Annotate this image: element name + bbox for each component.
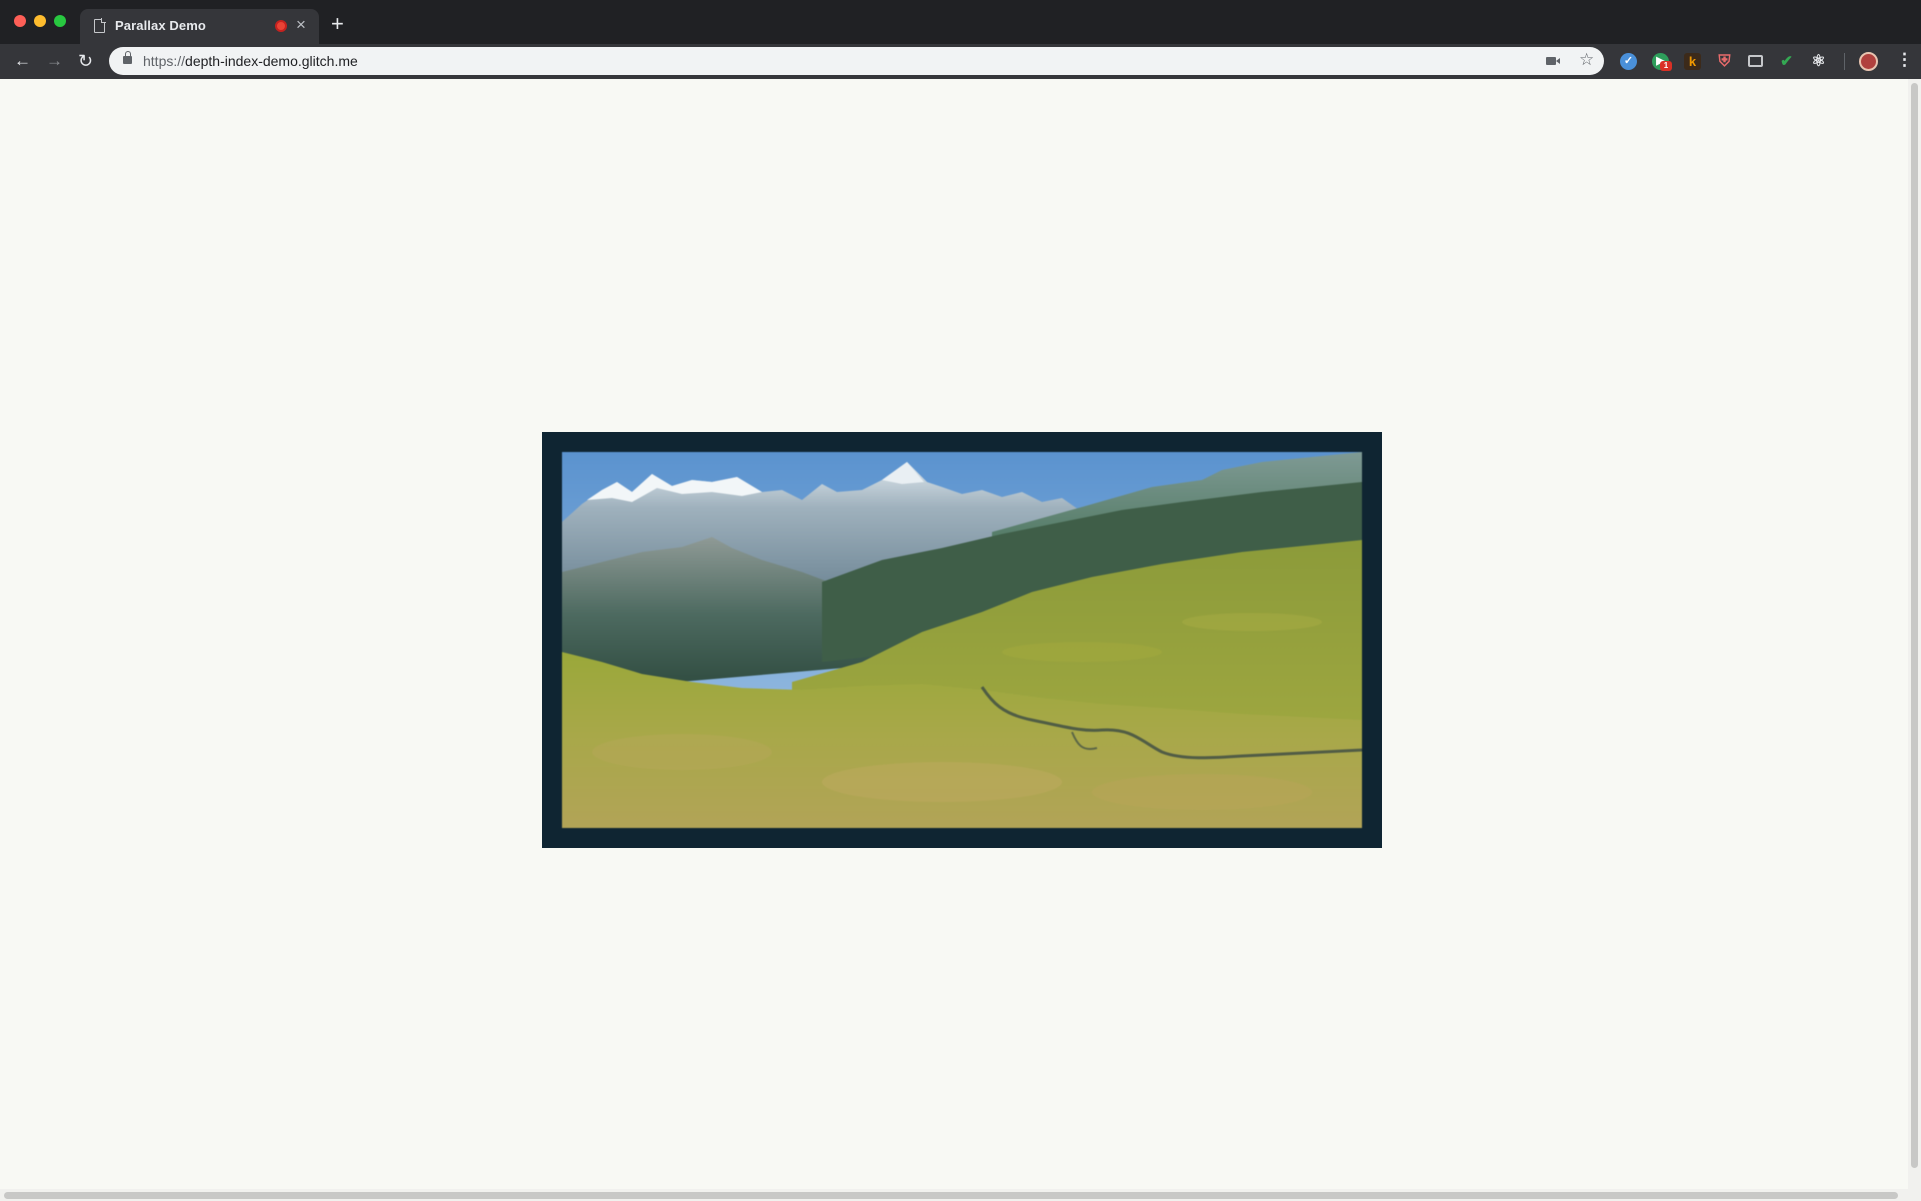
- tab-close-icon[interactable]: ×: [296, 15, 306, 35]
- extension-1-icon[interactable]: ✓: [1620, 53, 1637, 70]
- navigation-toolbar: ← → ↻ https://depth-index-demo.glitch.me…: [0, 44, 1921, 79]
- window-minimize-button[interactable]: [34, 15, 46, 27]
- horizontal-scroll-thumb[interactable]: [4, 1192, 1898, 1199]
- profile-avatar[interactable]: [1859, 52, 1878, 71]
- notification-badge: 1: [1660, 61, 1672, 71]
- url-scheme: https://: [143, 53, 186, 69]
- parallax-frame: [542, 432, 1382, 848]
- toolbar-separator: [1844, 53, 1845, 70]
- extension-2-icon[interactable]: ▶1: [1652, 53, 1672, 71]
- browser-chrome: Parallax Demo × + ← → ↻ https://depth-in…: [0, 0, 1921, 79]
- browser-menu-button[interactable]: ⋮: [1896, 50, 1913, 70]
- extension-6-icon[interactable]: ✔: [1778, 53, 1795, 70]
- tab-title: Parallax Demo: [115, 18, 206, 33]
- landscape-image: [562, 452, 1362, 828]
- camera-icon[interactable]: [1546, 57, 1560, 65]
- window-close-button[interactable]: [14, 15, 26, 27]
- forward-button[interactable]: →: [46, 51, 63, 71]
- vertical-scrollbar[interactable]: [1908, 79, 1921, 1189]
- landscape-illustration: [562, 452, 1362, 828]
- extension-3-icon[interactable]: k: [1684, 53, 1701, 70]
- address-bar[interactable]: https://depth-index-demo.glitch.me ☆: [109, 47, 1604, 75]
- vertical-scroll-thumb[interactable]: [1911, 83, 1918, 1168]
- reload-button[interactable]: ↻: [78, 51, 93, 71]
- page-viewport: [0, 79, 1908, 1189]
- horizontal-scrollbar[interactable]: [0, 1189, 1921, 1201]
- url-host: depth-index-demo.glitch.me: [185, 53, 358, 69]
- window-maximize-button[interactable]: [54, 15, 66, 27]
- bookmark-star-icon[interactable]: ☆: [1579, 50, 1594, 70]
- url-text[interactable]: https://depth-index-demo.glitch.me: [143, 53, 358, 69]
- extension-5-icon[interactable]: [1748, 55, 1763, 67]
- page-icon: [94, 18, 106, 33]
- lock-icon[interactable]: [123, 51, 132, 64]
- title-bar: Parallax Demo × +: [0, 0, 1921, 44]
- extension-7-icon[interactable]: ⚛: [1810, 53, 1827, 70]
- recording-icon: [275, 20, 287, 32]
- tab-parallax-demo[interactable]: Parallax Demo ×: [80, 9, 319, 44]
- back-button[interactable]: ←: [14, 51, 31, 71]
- extension-4-icon[interactable]: ⛨: [1716, 53, 1733, 70]
- new-tab-button[interactable]: +: [331, 12, 344, 36]
